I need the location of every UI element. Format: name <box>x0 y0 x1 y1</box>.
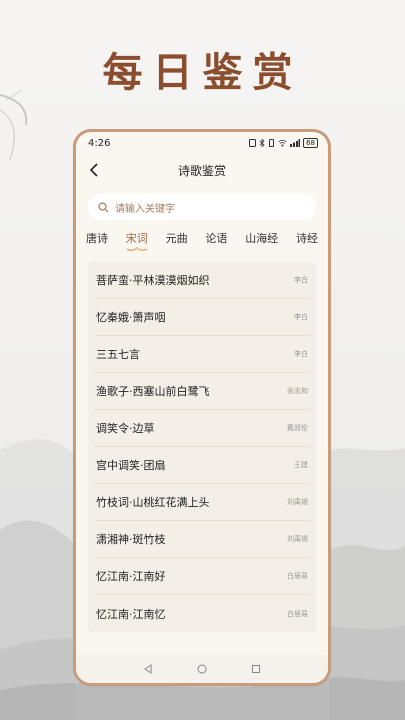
list-item[interactable]: 渔歌子·西塞山前白鹭飞 张志和 <box>94 373 310 410</box>
poem-title: 潇湘神·斑竹枝 <box>96 533 166 546</box>
list-item[interactable]: 宫中调笑·团扇 王建 <box>94 447 310 484</box>
search-input[interactable]: 请输入关键字 <box>88 194 316 220</box>
vibrate-icon <box>269 139 275 147</box>
phone-frame: 4:26 68 诗歌鉴赏 请输入关键字 唐诗 宋词 元曲 论语 山海经 诗经 菩… <box>73 129 331 686</box>
tab-tangshi[interactable]: 唐诗 <box>86 230 108 254</box>
poem-title: 忆江南·江南忆 <box>96 607 166 621</box>
list-item[interactable]: 三五七言 李白 <box>94 336 310 373</box>
poem-author: 戴叔伦 <box>287 424 308 432</box>
poem-title: 竹枝词·山桃红花满上头 <box>96 496 210 509</box>
poem-title: 菩萨蛮·平林漠漠烟如织 <box>96 274 210 287</box>
poem-author: 白居易 <box>287 572 308 580</box>
home-circle-icon[interactable] <box>197 664 207 674</box>
poem-title: 宫中调笑·团扇 <box>96 459 166 472</box>
status-time: 4:26 <box>88 137 111 149</box>
wifi-icon <box>278 139 287 147</box>
poem-author: 张志和 <box>287 387 308 395</box>
tab-songci[interactable]: 宋词 <box>126 230 148 254</box>
back-triangle-icon[interactable] <box>143 664 153 674</box>
system-nav-bar <box>76 655 328 683</box>
tab-shanhaijing[interactable]: 山海经 <box>245 230 278 254</box>
poem-author: 王建 <box>294 461 308 469</box>
list-item[interactable]: 调笑令·边草 戴叔伦 <box>94 410 310 447</box>
bluetooth-icon <box>259 139 265 147</box>
ink-branch-decoration <box>0 89 28 161</box>
poem-author: 白居易 <box>287 609 308 618</box>
list-item[interactable]: 菩萨蛮·平林漠漠烟如织 李白 <box>94 262 310 299</box>
list-item[interactable]: 忆江南·江南忆 白居易 <box>94 595 310 632</box>
chevron-left-icon <box>89 163 98 177</box>
poem-author: 李白 <box>294 350 308 358</box>
back-button[interactable] <box>84 160 104 180</box>
tab-label: 唐诗 <box>86 232 108 245</box>
tab-label: 论语 <box>205 232 228 245</box>
tab-yuanqu[interactable]: 元曲 <box>166 230 188 254</box>
poem-title: 渔歌子·西塞山前白鹭飞 <box>96 385 210 398</box>
poem-title: 调笑令·边草 <box>96 422 155 435</box>
poem-list: 菩萨蛮·平林漠漠烟如织 李白 忆秦娥·箫声咽 李白 三五七言 李白 渔歌子·西塞山前白… <box>88 262 316 632</box>
tab-shijing[interactable]: 诗经 <box>296 230 318 254</box>
recents-square-icon[interactable] <box>251 664 261 674</box>
status-icons: 68 <box>249 138 318 148</box>
search-icon <box>98 201 109 212</box>
nav-bar: 诗歌鉴赏 <box>76 154 328 186</box>
battery-icon: 68 <box>303 138 318 148</box>
poem-author: 刘禹锡 <box>287 498 308 506</box>
tab-label: 山海经 <box>245 232 279 245</box>
page-title: 诗歌鉴赏 <box>177 163 226 178</box>
list-item[interactable]: 潇湘神·斑竹枝 刘禹锡 <box>94 521 310 558</box>
tab-label: 宋词 <box>125 232 148 245</box>
poem-title: 忆江南·江南好 <box>96 570 166 583</box>
hero-title: 每日鉴赏 <box>102 49 303 96</box>
poem-title: 忆秦娥·箫声咽 <box>96 311 166 324</box>
nfc-icon <box>249 139 257 147</box>
poem-title: 三五七言 <box>96 348 140 361</box>
tab-label: 诗经 <box>295 232 318 245</box>
poem-author: 刘禹锡 <box>287 535 308 543</box>
poem-author: 李白 <box>294 313 308 321</box>
status-bar: 4:26 68 <box>76 132 328 154</box>
list-item[interactable]: 忆秦娥·箫声咽 李白 <box>94 299 310 336</box>
list-item[interactable]: 竹枝词·山桃红花满上头 刘禹锡 <box>94 484 310 521</box>
search-placeholder: 请输入关键字 <box>115 203 175 215</box>
category-tabs: 唐诗 宋词 元曲 论语 山海经 诗经 <box>76 230 328 254</box>
active-tab-indicator <box>126 247 148 252</box>
tab-lunyu[interactable]: 论语 <box>205 230 227 254</box>
poem-author: 李白 <box>294 276 308 284</box>
tab-label: 元曲 <box>165 232 188 245</box>
signal-icon <box>290 139 301 147</box>
list-item[interactable]: 忆江南·江南好 白居易 <box>94 558 310 595</box>
